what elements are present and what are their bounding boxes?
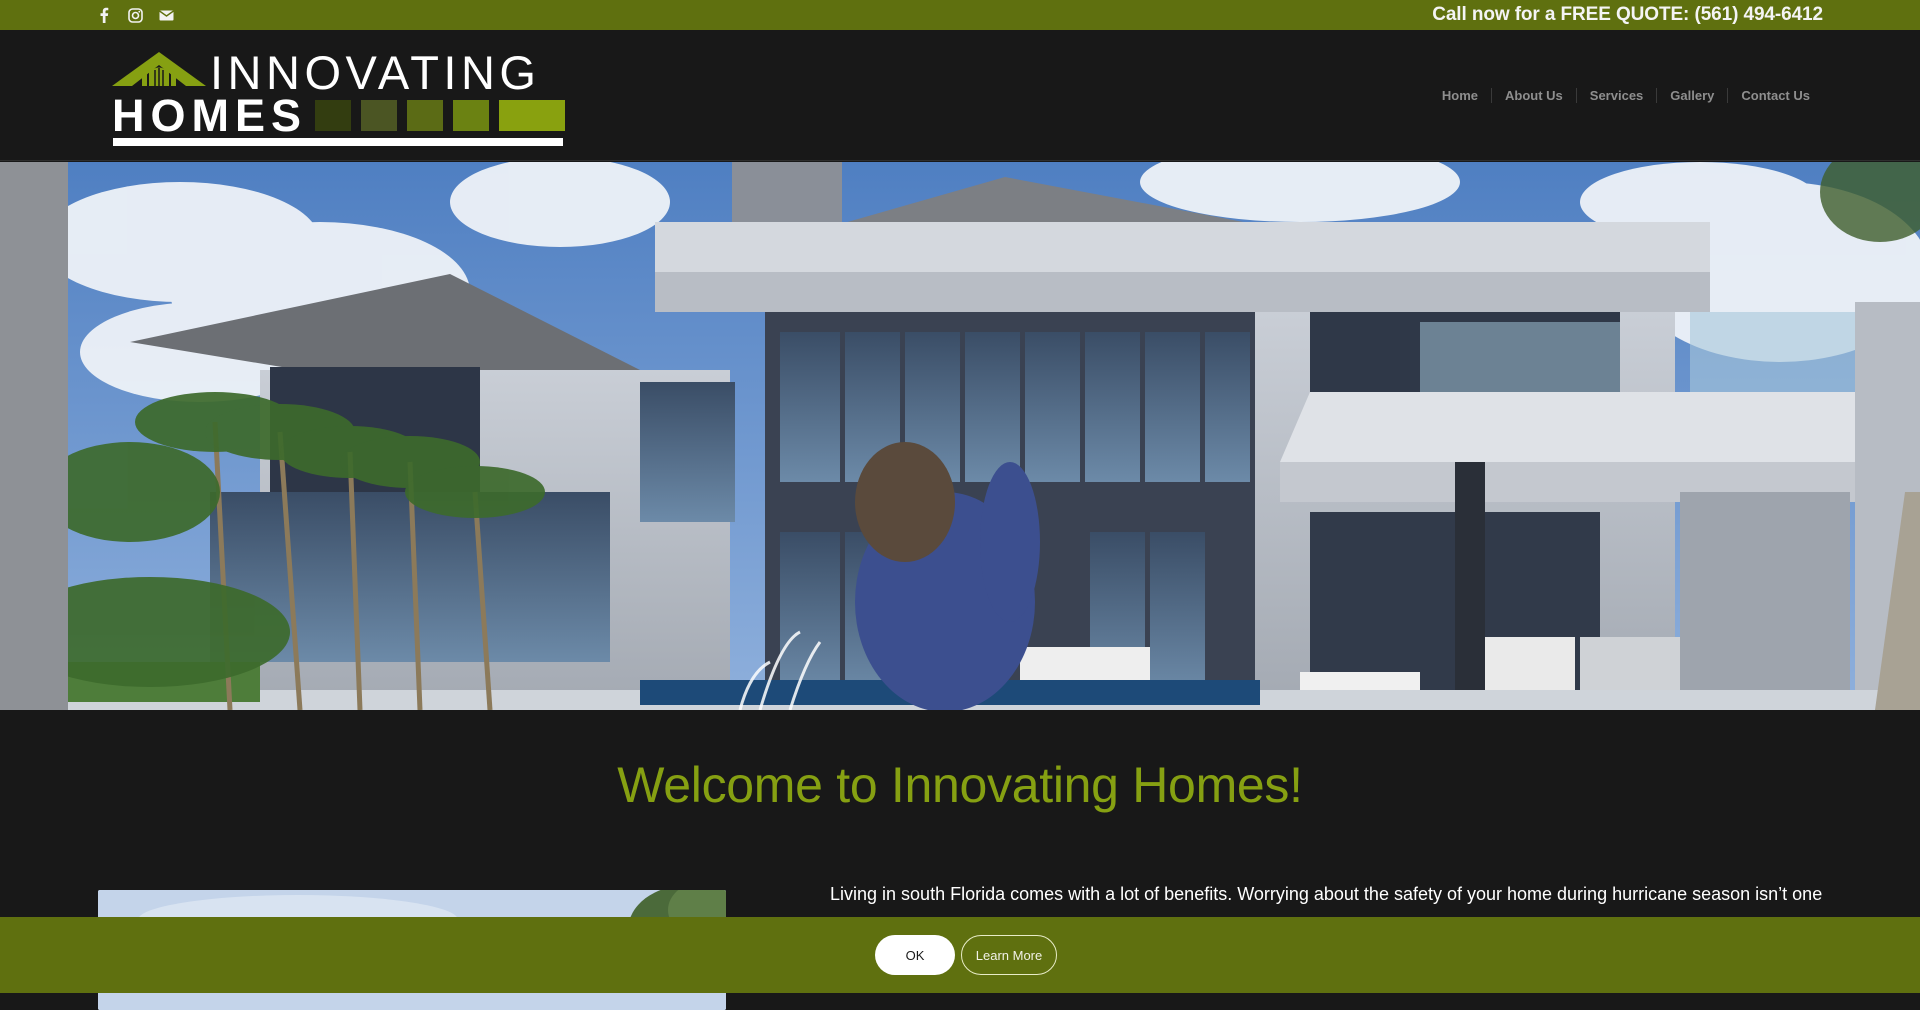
intro-paragraph: Living in south Florida comes with a lot…: [830, 884, 1823, 904]
logo-graphic: INNOVATING HOMES: [112, 46, 565, 146]
logo-swatch: [407, 100, 443, 131]
top-bar: Call now for a FREE QUOTE: (561) 494-641…: [0, 0, 1920, 30]
instagram-icon[interactable]: [126, 6, 144, 24]
site-header: INNOVATING HOMES Home About Us Services …: [0, 30, 1920, 161]
cookie-consent-bar: OK Learn More: [0, 917, 1920, 993]
logo-underline: [113, 138, 563, 146]
cookie-learn-more-button[interactable]: Learn More: [961, 935, 1057, 975]
social-links: [95, 6, 175, 24]
phone-cta[interactable]: Call now for a FREE QUOTE: (561) 494-641…: [1432, 4, 1823, 26]
facebook-icon[interactable]: [95, 6, 113, 24]
logo-swatch: [315, 100, 351, 131]
email-icon[interactable]: [157, 6, 175, 24]
logo-swatches: [315, 100, 565, 131]
main-nav: Home About Us Services Gallery Contact U…: [1429, 88, 1823, 103]
nav-home[interactable]: Home: [1429, 88, 1491, 103]
hero-image: [0, 162, 1920, 710]
welcome-heading: Welcome to Innovating Homes!: [617, 757, 1303, 813]
nav-contact-us[interactable]: Contact Us: [1727, 88, 1823, 103]
logo-swatch: [453, 100, 489, 131]
nav-gallery[interactable]: Gallery: [1656, 88, 1727, 103]
logo[interactable]: INNOVATING HOMES: [110, 43, 566, 147]
logo-swatch: [361, 100, 397, 131]
logo-line2: HOMES: [112, 90, 307, 141]
nav-services[interactable]: Services: [1575, 88, 1657, 103]
logo-swatch: [499, 100, 565, 131]
hero-house-illustration: [0, 162, 1920, 710]
cookie-ok-button[interactable]: OK: [875, 935, 955, 975]
nav-about-us[interactable]: About Us: [1491, 88, 1576, 103]
